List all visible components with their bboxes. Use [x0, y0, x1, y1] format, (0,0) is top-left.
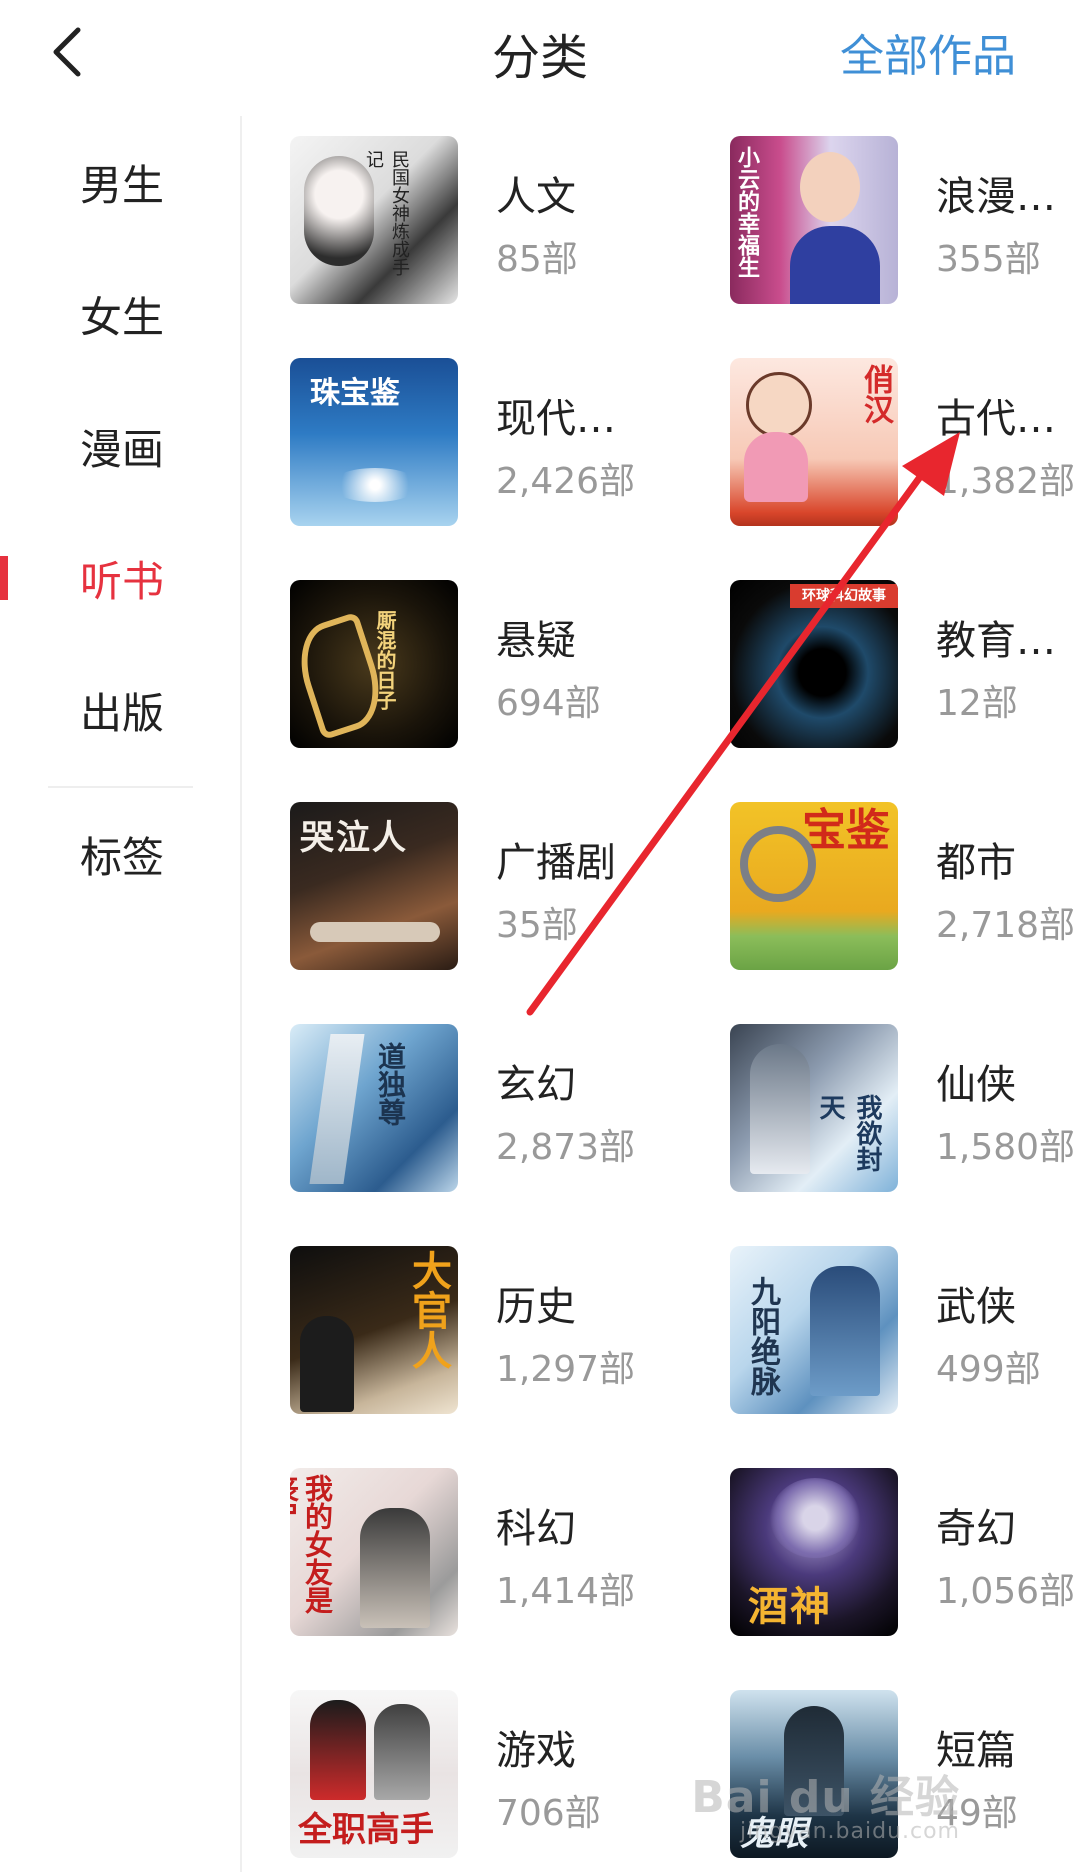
category-count: 499部	[936, 1349, 1041, 1390]
baidu-watermark: Bai du 经验 jingyan.baidu.com	[691, 1761, 960, 1844]
category-card[interactable]: 珠宝鉴 现代… 2,426部	[290, 358, 650, 526]
category-count: 1,382部	[936, 461, 1076, 502]
sidebar-item-male[interactable]: 男生	[0, 116, 240, 248]
category-name: 浪漫…	[936, 174, 1056, 220]
book-cover-image: 全职高手	[290, 1690, 458, 1858]
back-button[interactable]	[40, 22, 100, 82]
category-count: 1,297部	[496, 1349, 636, 1390]
category-count: 694部	[496, 683, 601, 724]
category-name: 奇幻	[936, 1506, 1016, 1552]
cover-title: 全职高手	[298, 1810, 434, 1850]
sidebar-item-audiobooks[interactable]: 听书	[0, 512, 240, 644]
cover-title: 大官人	[405, 1250, 451, 1370]
category-count: 2,426部	[496, 461, 636, 502]
category-count: 706部	[496, 1793, 601, 1834]
category-card[interactable]: 全职高手 游戏 706部	[290, 1690, 650, 1858]
category-count: 1,414部	[496, 1571, 636, 1612]
category-count: 355部	[936, 239, 1041, 280]
category-card[interactable]: 道独尊 玄幻 2,873部	[290, 1024, 650, 1192]
cover-title: 道独尊	[374, 1042, 407, 1126]
cover-title: 酒神	[748, 1584, 832, 1630]
cover-title: 民国女神炼成手记	[363, 150, 410, 276]
sidebar-item-comics[interactable]: 漫画	[0, 380, 240, 512]
category-card[interactable]: 我欲封天 仙侠 1,580部	[730, 1024, 1080, 1192]
category-card[interactable]: 酒神 奇幻 1,056部	[730, 1468, 1080, 1636]
category-name: 仙侠	[936, 1062, 1016, 1108]
category-card[interactable]: 哭泣人 广播剧 35部	[290, 802, 650, 970]
sidebar-item-female[interactable]: 女生	[0, 248, 240, 380]
category-name: 古代…	[936, 396, 1056, 442]
watermark-text: Bai du 经验	[691, 1772, 960, 1823]
category-count: 2,873部	[496, 1127, 636, 1168]
category-name: 玄幻	[496, 1062, 576, 1108]
cover-title: 厮混的日子	[373, 610, 397, 710]
category-card[interactable]: 民国女神炼成手记 人文 85部	[290, 136, 650, 304]
cover-title: 我的女友是丧尸	[290, 1474, 334, 1614]
chevron-left-icon	[53, 27, 81, 77]
category-name: 教育…	[936, 618, 1056, 664]
category-name: 都市	[936, 840, 1016, 886]
cover-title: 珠宝鉴	[310, 376, 400, 411]
book-cover-image: 小云的幸福生活	[730, 136, 898, 304]
book-cover-image: 珠宝鉴	[290, 358, 458, 526]
book-cover-image: 我的女友是丧尸	[290, 1468, 458, 1636]
cover-title: 宝鉴	[802, 805, 890, 856]
book-cover-image: 厮混的日子	[290, 580, 458, 748]
book-cover-image: 宝鉴	[730, 802, 898, 970]
cover-title: 哭泣人	[300, 818, 408, 858]
category-name: 人文	[496, 174, 576, 220]
category-count: 2,718部	[936, 905, 1076, 946]
cover-title: 环球科幻故事	[790, 584, 898, 608]
category-count: 85部	[496, 239, 578, 280]
category-card[interactable]: 俏汉 古代… 1,382部	[730, 358, 1080, 526]
sidebar-item-publishing[interactable]: 出版	[0, 644, 240, 776]
category-name: 悬疑	[496, 618, 576, 664]
category-card[interactable]: 小云的幸福生活 浪漫… 355部	[730, 136, 1080, 304]
category-name: 现代…	[496, 396, 616, 442]
category-sidebar: 男生 女生 漫画 听书 出版 标签	[0, 116, 242, 1872]
category-card[interactable]: 九阳绝脉 武侠 499部	[730, 1246, 1080, 1414]
book-cover-image: 我欲封天	[730, 1024, 898, 1192]
category-name: 广播剧	[496, 840, 616, 886]
book-cover-image: 酒神	[730, 1468, 898, 1636]
cover-title: 我欲封天	[815, 1094, 882, 1172]
cover-title: 俏汉	[858, 364, 893, 424]
header-bar: 分类 全部作品	[0, 0, 1080, 110]
category-card[interactable]: 我的女友是丧尸 科幻 1,414部	[290, 1468, 650, 1636]
category-card[interactable]: 大官人 历史 1,297部	[290, 1246, 650, 1414]
book-cover-image: 九阳绝脉	[730, 1246, 898, 1414]
book-cover-image: 大官人	[290, 1246, 458, 1414]
book-cover-image: 民国女神炼成手记	[290, 136, 458, 304]
book-cover-image: 哭泣人	[290, 802, 458, 970]
category-count: 1,580部	[936, 1127, 1076, 1168]
category-name: 科幻	[496, 1506, 576, 1552]
category-card[interactable]: 环球科幻故事 教育… 12部	[730, 580, 1080, 748]
cover-title: 九阳绝脉	[745, 1276, 780, 1396]
category-count: 35部	[496, 905, 578, 946]
sidebar-item-tags[interactable]: 标签	[0, 788, 240, 920]
category-name: 游戏	[496, 1728, 576, 1774]
category-card[interactable]: 厮混的日子 悬疑 694部	[290, 580, 650, 748]
all-works-link[interactable]: 全部作品	[840, 20, 1016, 84]
category-card[interactable]: 宝鉴 都市 2,718部	[730, 802, 1080, 970]
category-count: 12部	[936, 683, 1018, 724]
book-cover-image: 俏汉	[730, 358, 898, 526]
category-count: 1,056部	[936, 1571, 1076, 1612]
category-name: 历史	[496, 1284, 576, 1330]
book-cover-image: 道独尊	[290, 1024, 458, 1192]
category-name: 武侠	[936, 1284, 1016, 1330]
cover-title: 小云的幸福生活	[734, 146, 759, 278]
book-cover-image: 环球科幻故事	[730, 580, 898, 748]
